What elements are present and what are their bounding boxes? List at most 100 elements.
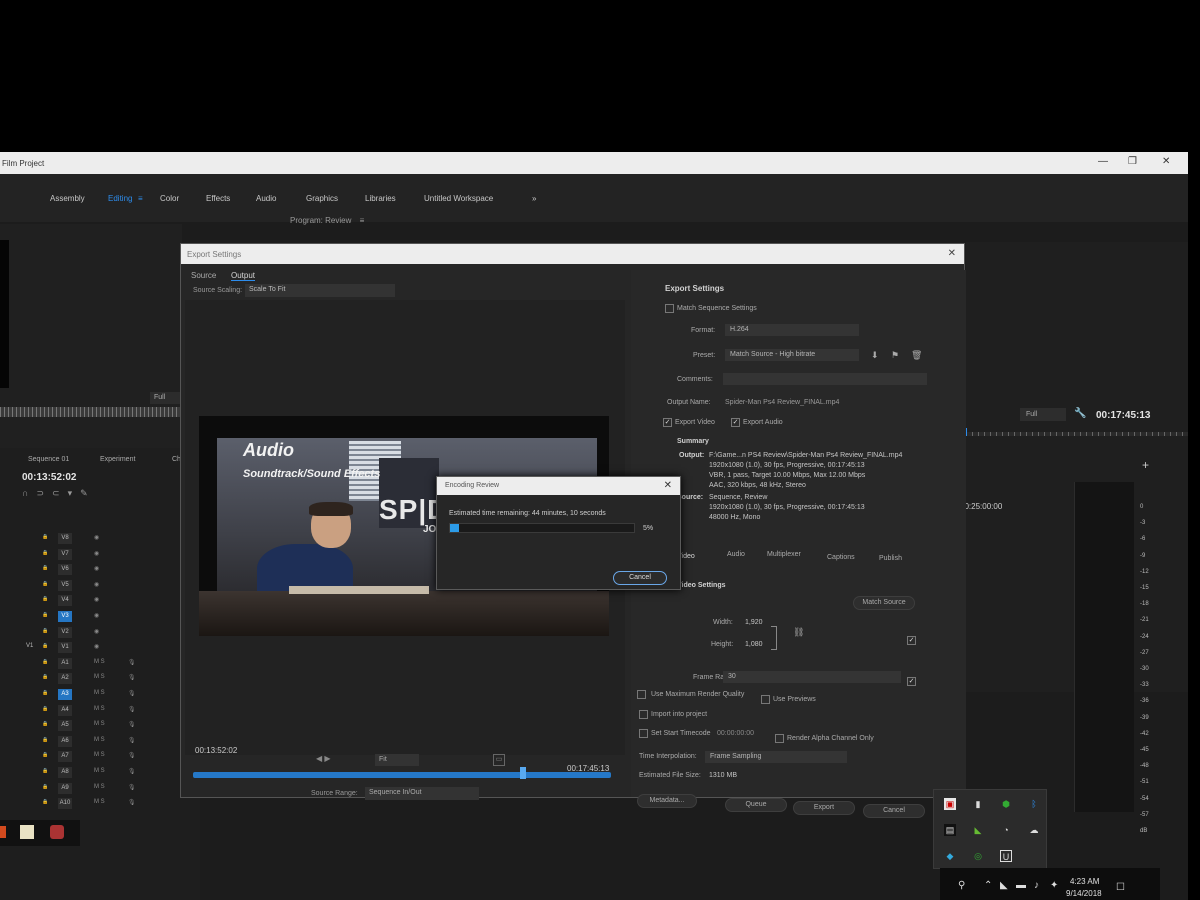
track-mic-icon[interactable]: 🎙 <box>128 799 136 806</box>
program-menu-icon[interactable]: ≡ <box>360 216 365 225</box>
track-lock-icon[interactable]: 🔒 <box>42 550 48 556</box>
workspace-effects[interactable]: Effects <box>206 194 230 203</box>
tab-multiplexer[interactable]: Multiplexer <box>767 551 801 558</box>
track-label[interactable]: A3 <box>58 689 72 700</box>
workspace-assembly[interactable]: Assembly <box>50 194 85 203</box>
frame-rate-select[interactable]: 30 <box>723 671 901 683</box>
track-label[interactable]: A10 <box>58 798 72 810</box>
tab-captions[interactable]: Captions <box>827 554 855 561</box>
tray-app-icon-1[interactable]: ▣ <box>944 798 956 810</box>
workspace-overflow-icon[interactable]: » <box>532 194 536 203</box>
track-mute-solo[interactable]: M S <box>94 784 105 790</box>
add-button-icon[interactable]: + <box>1142 458 1149 472</box>
track-mic-icon[interactable]: 🎙 <box>128 690 136 697</box>
snap-icon[interactable]: ⊃ <box>36 488 52 498</box>
comments-input[interactable] <box>723 373 927 385</box>
export-audio-checkbox[interactable]: ✓ <box>731 418 740 427</box>
program-time-ruler[interactable] <box>966 432 1188 436</box>
settings-wrench-icon[interactable]: ✎ <box>80 488 96 498</box>
track-eye-icon[interactable]: ◉ <box>94 596 99 603</box>
tray-app-icon-4[interactable]: ◆ <box>944 850 956 862</box>
metadata-button[interactable]: Metadata... <box>637 794 697 808</box>
track-lock-icon[interactable]: 🔒 <box>42 659 48 665</box>
notification-icon[interactable]: ☐ <box>1116 882 1125 893</box>
import-preset-icon[interactable]: ⚑ <box>891 350 899 361</box>
bluetooth-icon[interactable]: ᛒ <box>1028 798 1040 810</box>
in-out-mark-icons[interactable]: ◀ ▶ <box>316 754 331 763</box>
track-label[interactable]: A5 <box>58 720 72 732</box>
import-project-checkbox[interactable] <box>639 710 648 719</box>
delete-preset-icon[interactable]: 🗑 <box>911 350 922 361</box>
marker-icon[interactable]: ▾ <box>68 488 81 498</box>
cancel-export-button[interactable]: Cancel <box>863 804 925 818</box>
tab-output[interactable]: Output <box>231 271 256 281</box>
queue-button[interactable]: Queue <box>725 798 787 812</box>
width-height-checkbox[interactable]: ✓ <box>907 636 916 645</box>
app-icon-red[interactable] <box>50 825 64 839</box>
track-lock-icon[interactable]: 🔒 <box>42 565 48 571</box>
track-lock-icon[interactable]: 🔒 <box>42 706 48 712</box>
track-mic-icon[interactable]: 🎙 <box>128 659 136 666</box>
restore-button[interactable]: ❐ <box>1128 156 1137 167</box>
track-lock-icon[interactable]: 🔒 <box>42 612 48 618</box>
close-button[interactable]: ✕ <box>1162 156 1170 167</box>
track-mute-solo[interactable]: M S <box>94 674 105 680</box>
app-icon-orange[interactable] <box>0 826 6 838</box>
source-patch-label[interactable]: V1 <box>26 643 33 649</box>
preset-select[interactable]: Match Source - High bitrate <box>725 349 859 361</box>
track-label[interactable]: V1 <box>58 642 72 654</box>
track-label[interactable]: V6 <box>58 564 72 576</box>
track-mic-icon[interactable]: 🎙 <box>128 721 136 728</box>
max-render-checkbox[interactable] <box>637 690 646 699</box>
track-label[interactable]: A7 <box>58 751 72 763</box>
start-tc-value[interactable]: 00:00:00:00 <box>717 730 754 737</box>
usb-icon[interactable]: ▮ <box>972 798 984 810</box>
track-eye-icon[interactable]: ◉ <box>94 534 99 541</box>
set-start-tc-checkbox[interactable] <box>639 729 648 738</box>
workspace-editing[interactable]: Editing <box>108 194 132 203</box>
export-close-icon[interactable]: ✕ <box>948 248 956 259</box>
workspace-graphics[interactable]: Graphics <box>306 194 338 203</box>
cloud-icon[interactable]: ☁ <box>1028 824 1040 836</box>
export-fit-select[interactable]: Fit <box>375 754 419 766</box>
render-alpha-checkbox[interactable] <box>775 734 784 743</box>
match-sequence-checkbox[interactable] <box>665 304 674 313</box>
timeline-timecode[interactable]: 00:13:52:02 <box>22 472 76 483</box>
cancel-encoding-button[interactable]: Cancel <box>613 571 667 585</box>
track-label[interactable]: V2 <box>58 626 72 638</box>
track-label[interactable]: A1 <box>58 657 72 669</box>
width-value[interactable]: 1,920 <box>745 619 763 626</box>
nvidia-tray-icon[interactable]: ◣ <box>972 824 984 836</box>
save-preset-icon[interactable]: ⬇ <box>871 350 879 361</box>
tray-app-icon-3[interactable]: ◔ <box>1000 824 1012 836</box>
track-lock-icon[interactable]: 🔒 <box>42 581 48 587</box>
program-zoom-select[interactable]: Full <box>1020 408 1066 421</box>
track-eye-icon[interactable]: ◉ <box>94 628 99 635</box>
track-lock-icon[interactable]: 🔒 <box>42 674 48 680</box>
workspace-menu-icon[interactable]: ≡ <box>138 194 143 203</box>
track-label[interactable]: A8 <box>58 767 72 778</box>
tray-chevron-icon[interactable]: ⌃ <box>984 880 992 891</box>
source-time-ruler[interactable] <box>0 407 182 417</box>
shield-icon[interactable]: ⬢ <box>1000 798 1012 810</box>
clock-date[interactable]: 9/14/2018 <box>1066 889 1102 898</box>
track-lock-icon[interactable]: 🔒 <box>42 752 48 758</box>
clock-time[interactable]: 4:23 AM <box>1070 877 1099 886</box>
notepad-icon[interactable] <box>20 825 34 839</box>
track-mic-icon[interactable]: 🎙 <box>128 752 136 759</box>
export-button[interactable]: Export <box>793 801 855 815</box>
track-mute-solo[interactable]: M S <box>94 690 105 696</box>
program-monitor-title[interactable]: Program: Review <box>290 216 351 225</box>
tray-app-icon-2[interactable]: ▤ <box>944 824 956 836</box>
track-lock-icon[interactable]: 🔒 <box>42 768 48 774</box>
track-lock-icon[interactable]: 🔒 <box>42 784 48 790</box>
format-select[interactable]: H.264 <box>725 324 859 336</box>
encoding-close-icon[interactable]: ✕ <box>664 480 672 491</box>
volume-icon[interactable]: ♪ <box>1034 880 1039 891</box>
track-eye-icon[interactable]: ◉ <box>94 581 99 588</box>
tab-source[interactable]: Source <box>191 271 216 280</box>
track-lock-icon[interactable]: 🔒 <box>42 596 48 602</box>
workspace-libraries[interactable]: Libraries <box>365 194 396 203</box>
tab-publish[interactable]: Publish <box>879 555 902 562</box>
nest-icon[interactable]: ∩ <box>22 488 36 498</box>
